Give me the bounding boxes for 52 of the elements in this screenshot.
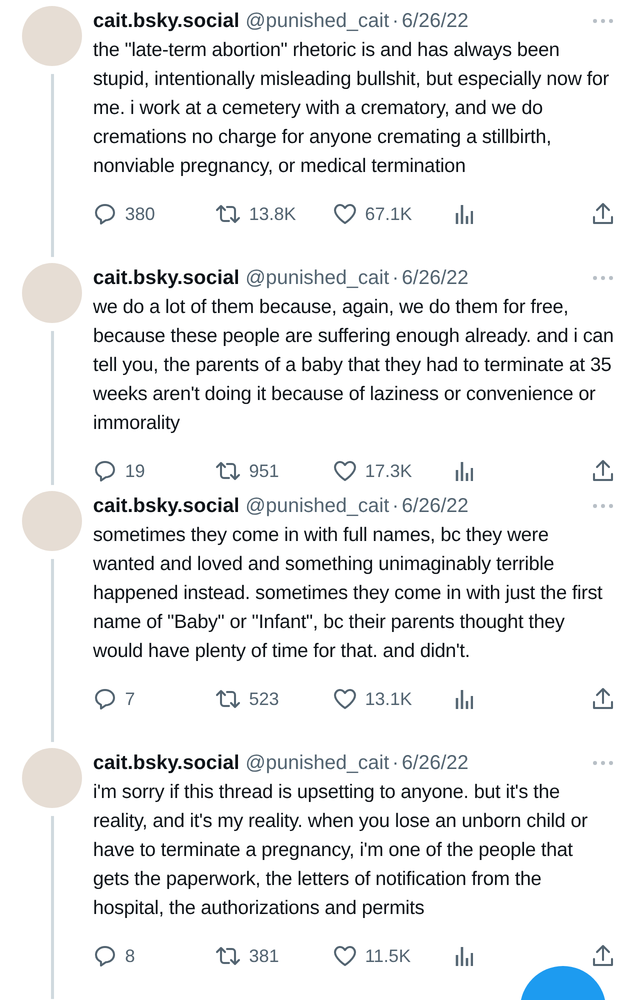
heart-icon[interactable]: [333, 460, 357, 482]
action-count: 11.5K: [365, 946, 411, 966]
post-text: sometimes they come in with full names, bc they were wanted and loved and something unimaginably terrible happened instead. sometimes they come in with just the first name of "Baby" or "Infant", bc their parents thought they would have plenty of time for that. and didn't.: [93, 523, 604, 664]
action-count: 380: [125, 204, 156, 224]
post-date[interactable]: 6/26/22: [402, 266, 469, 290]
repost-icon[interactable]: [215, 459, 241, 483]
separator-dot: ·: [392, 494, 399, 518]
user-handle[interactable]: @punished_cait: [245, 494, 390, 518]
post-date[interactable]: 6/26/22: [402, 494, 469, 518]
views-chart-icon[interactable]: [455, 688, 473, 710]
post-text: we do a lot of them because, again, we do them for free, because these people are suffering enough already. and i can tell you, the parents of a baby that they had to terminate at 35 weeks aren't doing it because of laziness or convenience or immorality: [93, 295, 614, 436]
display-name[interactable]: cait.bsky.social: [93, 10, 240, 32]
views-chart-icon[interactable]: [455, 460, 473, 482]
action-count: 67.1K: [365, 204, 412, 224]
heart-icon[interactable]: [333, 203, 357, 225]
user-handle[interactable]: @punished_cait: [245, 752, 390, 774]
separator-dot: ·: [392, 752, 399, 774]
post-text: i'm sorry if this thread is upsetting to anyone. but it's the reality, and it's my reality. when you lose an unborn child or have to terminate a pregnancy, i'm one of the people that gets the paperwork, the letters of notification from the hospital, the authorizations and permits: [93, 780, 589, 921]
display-name[interactable]: cait.bsky.social: [93, 752, 240, 774]
views-chart-icon[interactable]: [455, 203, 473, 225]
repost-icon[interactable]: [215, 944, 241, 968]
share-icon[interactable]: [592, 202, 614, 226]
action-count: 17.3K: [365, 460, 412, 482]
display-name[interactable]: cait.bsky.social: [93, 266, 240, 290]
reply-icon[interactable]: [93, 944, 117, 968]
share-icon[interactable]: [592, 687, 614, 711]
repost-icon[interactable]: [215, 202, 241, 226]
post-text: the "late-term abortion" rhetoric is and has always been stupid, intentionally misleading bullshit, but especially now for me. i work at a cemetery with a crematory, and we do cremations no charge for anyone cremating a stillbirth, nonviable pregnancy, or medical termination: [93, 38, 610, 179]
action-count: 7: [125, 688, 136, 710]
action-count: 381: [249, 946, 280, 966]
display-name[interactable]: cait.bsky.social: [93, 494, 240, 518]
reply-icon[interactable]: [93, 202, 117, 226]
share-icon[interactable]: [592, 944, 614, 968]
action-count: 523: [249, 688, 280, 710]
heart-icon[interactable]: [333, 688, 357, 710]
action-count: 13.1K: [365, 688, 412, 710]
action-count: 19: [125, 460, 146, 482]
heart-icon[interactable]: [333, 945, 357, 967]
reply-icon[interactable]: [93, 459, 117, 483]
reply-icon[interactable]: [93, 687, 117, 711]
post-date[interactable]: 6/26/22: [402, 10, 469, 32]
user-handle[interactable]: @punished_cait: [245, 266, 390, 290]
separator-dot: ·: [392, 266, 399, 290]
action-count: 13.8K: [249, 204, 296, 224]
separator-dot: ·: [392, 10, 399, 32]
repost-icon[interactable]: [215, 687, 241, 711]
views-chart-icon[interactable]: [455, 945, 473, 967]
action-count: 951: [249, 460, 280, 482]
share-icon[interactable]: [592, 459, 614, 483]
post-date[interactable]: 6/26/22: [402, 752, 469, 774]
user-handle[interactable]: @punished_cait: [245, 10, 390, 32]
action-count: 8: [125, 946, 136, 966]
